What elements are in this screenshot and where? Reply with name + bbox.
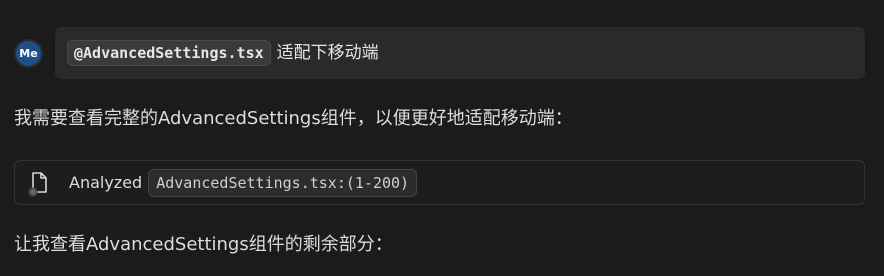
- user-avatar: Me: [14, 39, 43, 68]
- file-icon: [27, 169, 51, 197]
- tool-call-card[interactable]: Analyzed AdvancedSettings.tsx:(1-200): [14, 160, 865, 205]
- chat-panel: Me @AdvancedSettings.tsx 适配下移动端 我需要查看完整的…: [0, 0, 884, 276]
- user-message-text: 适配下移动端: [276, 43, 379, 63]
- tool-action-label: Analyzed: [69, 173, 143, 192]
- assistant-message-line: 我需要查看完整的AdvancedSettings组件，以便更好地适配移动端：: [14, 108, 573, 129]
- file-mention-chip[interactable]: @AdvancedSettings.tsx: [67, 40, 271, 66]
- user-message-bubble: @AdvancedSettings.tsx 适配下移动端: [55, 27, 865, 79]
- file-reference-chip[interactable]: AdvancedSettings.tsx:(1-200): [148, 168, 418, 197]
- avatar-initials: Me: [19, 47, 38, 60]
- assistant-message-line: 让我查看AdvancedSettings组件的剩余部分：: [14, 234, 393, 255]
